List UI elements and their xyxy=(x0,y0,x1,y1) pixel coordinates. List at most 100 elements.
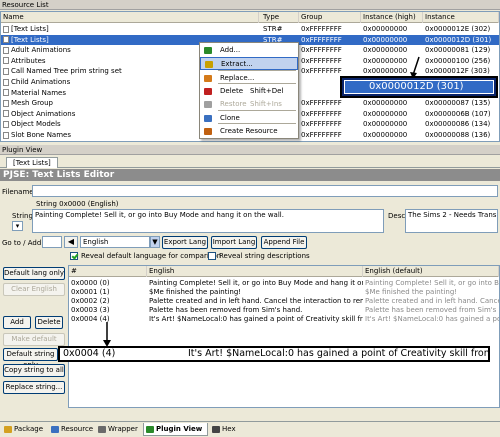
string-default: Painting Complete! Sell it, or go into B… xyxy=(365,279,499,287)
filename-field[interactable] xyxy=(32,185,498,197)
col-english-default[interactable]: English (default) xyxy=(363,266,499,277)
string-callout: 0x0004 (4) It's Art! $NameLocal:0 has ga… xyxy=(58,346,490,362)
string-english: Palette has been removed from Sim's hand… xyxy=(149,306,303,314)
nav-prev-icon[interactable]: ◀ xyxy=(64,236,78,248)
document-icon xyxy=(3,99,9,107)
string-row[interactable]: 0x0001 (1) $Me finished the painting! $Me … xyxy=(69,288,499,297)
resource-icon xyxy=(51,426,59,433)
reveal-desc-checkbox[interactable]: Reveal string descriptions xyxy=(208,252,310,260)
tab-wrapper[interactable]: Wrapper xyxy=(96,423,141,436)
resource-name: [Text Lists] xyxy=(11,35,49,44)
tab-plugin-view[interactable]: Plugin View xyxy=(143,423,208,436)
col-instance-high[interactable]: Instance (high) xyxy=(361,12,423,23)
import-lang-button[interactable]: Import Lang xyxy=(211,236,257,249)
strings-table-rows: 0x0000 (0) Painting Complete! Sell it, or… xyxy=(69,277,499,407)
wrapper-icon xyxy=(98,426,106,433)
string-callout-text: It's Art! $NameLocal:0 has gained a poin… xyxy=(188,348,490,359)
string-expand-button[interactable]: ▾ xyxy=(12,221,23,231)
resource-name: Child Animations xyxy=(11,78,71,86)
tab-package[interactable]: Package xyxy=(2,423,47,436)
menu-separator xyxy=(218,110,296,111)
add-button[interactable]: Add xyxy=(3,316,31,329)
string-row[interactable]: 0x0002 (2) Palette created and in left ha… xyxy=(69,297,499,306)
filename-label: Filename xyxy=(2,188,34,196)
menu-item-shortcut: Shift+Del xyxy=(250,87,284,95)
row-group: 0xFFFFFFFF xyxy=(301,131,342,139)
col-group[interactable]: Group xyxy=(299,12,361,23)
strings-table-header: # English English (default) xyxy=(69,266,499,277)
row-group: 0xFFFFFFFF xyxy=(301,109,342,118)
row-instance: 0x00000100 (256) xyxy=(425,56,491,65)
menu-item-add[interactable]: Add... xyxy=(200,44,298,57)
desc-textbox[interactable]: The Sims 2 - Needs Translation xyxy=(405,209,498,233)
string-callout-num: 0x0004 (4) xyxy=(63,348,116,359)
clone-icon xyxy=(204,115,212,122)
string-default: Palette has been removed from Sim's hand… xyxy=(365,306,499,314)
resource-name: [Text Lists] xyxy=(11,25,49,33)
row-instance: 0x0000012D (301) xyxy=(425,35,492,44)
row-instance-high: 0x00000000 xyxy=(363,131,408,139)
bottom-tabstrip: Package Resource Wrapper Plugin View Hex xyxy=(0,421,500,437)
menu-item-label: Add... xyxy=(220,46,241,54)
make-default-button[interactable]: Make default xyxy=(3,333,65,346)
replace-string-button[interactable]: Replace string... xyxy=(3,381,65,394)
string-english: Palette created and in left hand. Cancel… xyxy=(149,297,363,305)
row-instance: 0x0000006B (107) xyxy=(425,109,491,118)
string-default: $Me finished the painting! xyxy=(365,288,458,296)
col-name[interactable]: Name xyxy=(1,12,259,23)
string-row[interactable]: 0x0003 (3) Palette has been removed from … xyxy=(69,306,499,315)
menu-item-extract[interactable]: Extract... xyxy=(200,57,298,70)
resource-name: Material Names xyxy=(11,88,66,97)
row-group: 0xFFFFFFFF xyxy=(301,35,342,44)
string-english: It's Art! $NameLocal:0 has gained a poin… xyxy=(149,315,363,323)
clear-english-button[interactable]: Clear English xyxy=(3,283,65,296)
append-file-button[interactable]: Append File xyxy=(261,236,307,249)
delete-button[interactable]: Delete xyxy=(35,316,63,329)
row-instance-high: 0x00000000 xyxy=(363,46,408,55)
tab-text-lists[interactable]: [Text Lists] xyxy=(6,157,58,168)
col-instance[interactable]: Instance xyxy=(423,12,499,23)
strings-table[interactable]: # English English (default) 0x0000 (0) Pa… xyxy=(68,265,500,408)
string-row[interactable]: 0x0004 (4) It's Art! $NameLocal:0 has gai… xyxy=(69,315,499,324)
row-group: 0xFFFFFFFF xyxy=(301,67,342,76)
default-lang-only-button[interactable]: Default lang only xyxy=(3,267,65,280)
instance-callout-text: 0x0000012D (301) xyxy=(344,80,494,94)
context-menu: Add... Extract... Replace... Delete Shift+De… xyxy=(199,42,299,139)
tab-hex[interactable]: Hex xyxy=(210,423,245,436)
resource-list-header: Name Type Group Instance (high) Instance xyxy=(1,12,499,23)
string-textbox[interactable]: Painting Complete! Sell it, or go into B… xyxy=(32,209,384,233)
goto-add-field[interactable] xyxy=(42,236,62,248)
menu-item-delete[interactable]: Delete Shift+Del xyxy=(200,85,298,98)
editor-title: PJSE: Text Lists Editor xyxy=(0,169,500,181)
row-instance: 0x0000012F (303) xyxy=(425,67,490,76)
export-lang-button[interactable]: Export Lang xyxy=(162,236,208,249)
default-string-only-button[interactable]: Default string only xyxy=(3,348,58,369)
copy-string-to-all-button[interactable]: Copy string to all xyxy=(3,364,65,377)
instance-callout: 0x0000012D (301) xyxy=(340,76,498,98)
document-icon xyxy=(3,46,9,54)
string-default: It's Art! $NameLocal:0 has gained a poin… xyxy=(365,315,499,323)
resource-name: Slot Bone Names xyxy=(11,131,71,139)
resource-row[interactable]: [Text Lists] STR# 0xFFFFFFFF 0x00000000 0x00… xyxy=(1,24,499,34)
replace-icon xyxy=(204,75,212,82)
dropdown-arrow-icon[interactable]: ▼ xyxy=(150,236,160,248)
reveal-default-checkbox[interactable]: Reveal default language for comparison xyxy=(70,252,221,260)
callout-arrow-bottom xyxy=(103,322,111,347)
goto-add-label: Go to / Add xyxy=(2,239,42,247)
row-group: 0xFFFFFFFF xyxy=(301,120,342,129)
menu-item-label: Clone xyxy=(220,114,240,122)
tab-resource[interactable]: Resource xyxy=(49,423,94,436)
document-icon xyxy=(3,36,9,44)
resource-name: Call Named Tree prim string set xyxy=(11,67,122,76)
string-row[interactable]: 0x0000 (0) Painting Complete! Sell it, or… xyxy=(69,279,499,288)
col-type[interactable]: Type xyxy=(261,12,299,23)
string-default: Palette created and in left hand. Cancel… xyxy=(365,297,499,305)
menu-item-label: Create Resource xyxy=(220,127,278,135)
row-instance: 0x0000012E (302) xyxy=(425,25,491,33)
menu-item-createresource[interactable]: Create Resource xyxy=(200,125,298,138)
resource-name: Attributes xyxy=(11,56,46,65)
row-instance: 0x00000081 (129) xyxy=(425,46,491,55)
language-select[interactable]: English xyxy=(80,236,150,248)
col-english[interactable]: English xyxy=(147,266,363,277)
col-num[interactable]: # xyxy=(69,266,147,277)
